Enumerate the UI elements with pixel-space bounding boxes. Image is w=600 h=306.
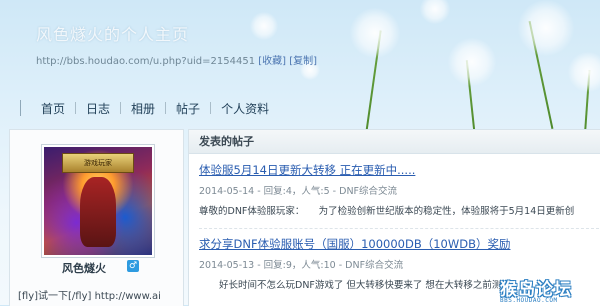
username: 风色燧火 [62, 262, 106, 275]
nav-posts[interactable]: 帖子 [172, 100, 204, 117]
site-watermark: 猴岛论坛 BBS.HOUDAO.COM [500, 275, 594, 304]
post-title-link[interactable]: 求分享DNF体验服账号（国服）100000DB（10WDB）奖励 [199, 236, 599, 252]
nav-profile[interactable]: 个人资料 [217, 100, 273, 117]
nav-home[interactable]: 首页 [37, 100, 69, 117]
nav-separator [75, 102, 77, 114]
list-item: 体验服5月14日更新大转移 正在更新中..... 2014-05-14 - 回复… [199, 162, 599, 217]
user-status: [fly]试一下[/fly] http://www.ai [18, 291, 161, 302]
user-sidebar: 游戏玩家 风色燧火 ♂ [fly]试一下[/fly] http://www.ai [9, 129, 184, 306]
dandelion-decoration [518, 0, 574, 56]
post-meta: 2014-05-13 - 回复:9，人气:10 - DNF综合交流 [199, 260, 404, 271]
nav-separator [120, 102, 122, 114]
watermark-domain: BBS.HOUDAO.COM [500, 297, 558, 304]
avatar-image: 游戏玩家 [44, 147, 152, 255]
nav-album[interactable]: 相册 [127, 100, 159, 117]
dandelion-decoration [250, 12, 278, 40]
nav-blog[interactable]: 日志 [82, 100, 114, 117]
avatar[interactable]: 游戏玩家 [41, 144, 155, 258]
avatar-character [80, 177, 116, 247]
profile-nav: 首页 日志 相册 帖子 个人资料 [20, 97, 273, 119]
section-title: 发表的帖子 [189, 130, 600, 154]
avatar-badge: 游戏玩家 [62, 153, 134, 173]
dandelion-decoration [448, 38, 496, 86]
nav-separator [210, 102, 212, 114]
header-banner: 风色燧火的个人主页 http://bbs.houdao.com/u.php?ui… [0, 0, 600, 130]
dandelion-decoration [350, 8, 400, 58]
post-divider [199, 228, 599, 229]
dandelion-decoration [568, 52, 600, 92]
copy-link[interactable]: [复制] [289, 56, 317, 67]
post-meta: 2014-05-14 - 回复:4，人气:5 - DNF综合交流 [199, 186, 398, 197]
nav-separator [165, 102, 167, 114]
post-excerpt: 尊敬的DNF体验服玩家： 为了检验创新世纪版本的稳定性，体验服将于5月14日更新… [199, 206, 575, 217]
post-title-link[interactable]: 体验服5月14日更新大转移 正在更新中..... [199, 162, 599, 178]
dandelion-decoration [420, 0, 450, 24]
site-title: 风色燧火的个人主页 [36, 25, 190, 44]
nav-divider [20, 100, 21, 116]
favorite-link[interactable]: [收藏] [258, 56, 286, 67]
profile-url: http://bbs.houdao.com/u.php?uid=2154451 [36, 56, 256, 67]
gender-icon: ♂ [127, 260, 139, 272]
profile-url-line: http://bbs.houdao.com/u.php?uid=2154451 … [36, 52, 317, 67]
